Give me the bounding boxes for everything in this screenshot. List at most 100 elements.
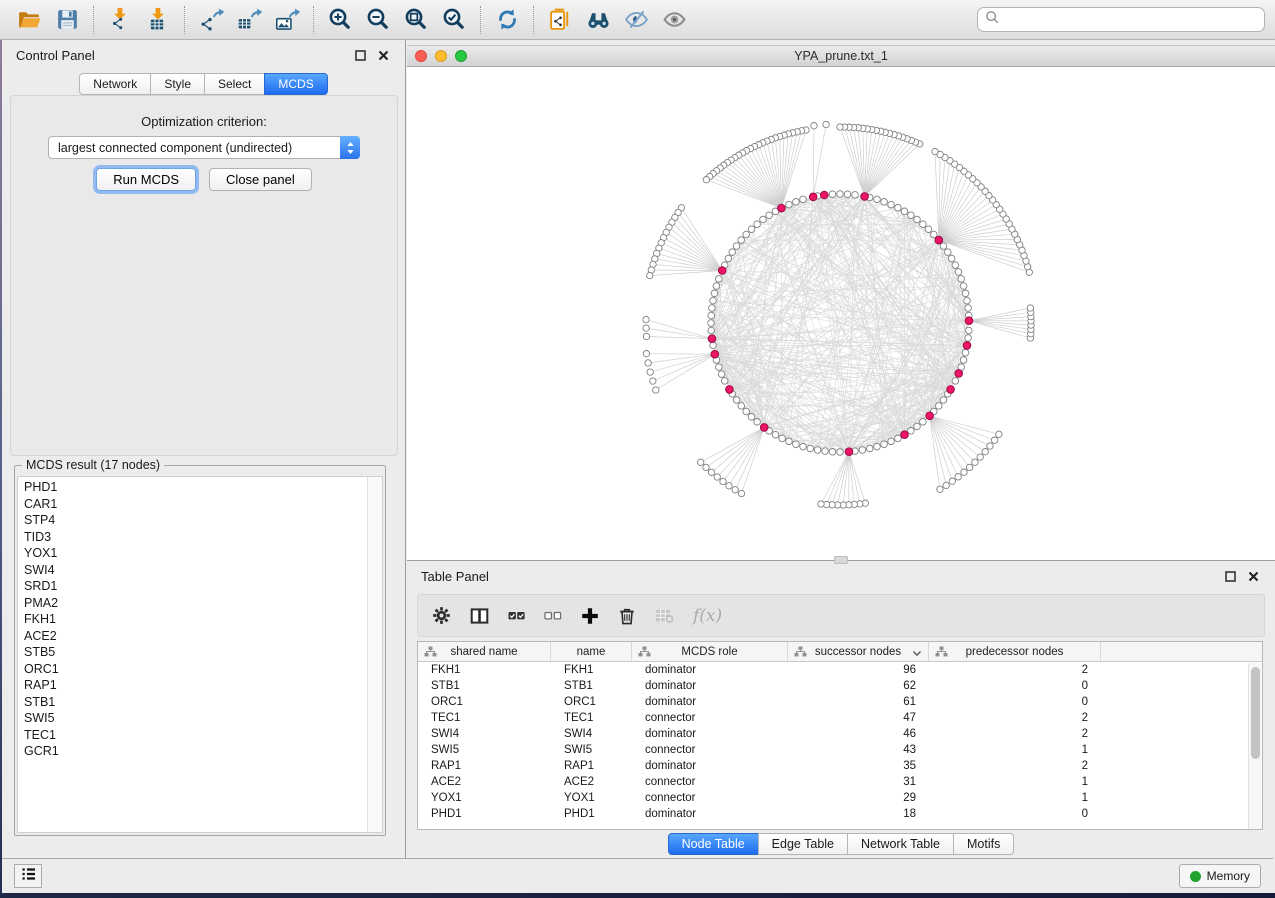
table-row[interactable]: RAP1RAP1dominator352: [418, 758, 1262, 774]
table-options-gear-button[interactable]: [432, 606, 451, 625]
zoom-selected-button[interactable]: [438, 5, 470, 35]
export-network-button[interactable]: [195, 5, 227, 35]
column-header-predecessor-nodes[interactable]: predecessor nodes: [929, 642, 1101, 661]
column-header-name[interactable]: name: [551, 642, 632, 661]
tab-motifs[interactable]: Motifs: [953, 833, 1014, 855]
table-row[interactable]: TEC1TEC1connector472: [418, 710, 1262, 726]
column-header-MCDS-role[interactable]: MCDS role: [632, 642, 788, 661]
mcds-result-item[interactable]: YOX1: [24, 545, 382, 562]
zoom-out-button[interactable]: [362, 5, 394, 35]
mcds-result-item[interactable]: STP4: [24, 512, 382, 529]
open-file-button[interactable]: [13, 5, 45, 35]
save-session-icon: [55, 7, 80, 32]
table-body: FKH1FKH1dominator962STB1STB1dominator620…: [418, 662, 1262, 822]
cell-successor-nodes: 47: [788, 712, 929, 724]
search-network-button[interactable]: [582, 5, 614, 35]
table-row[interactable]: PHD1PHD1dominator180: [418, 806, 1262, 822]
run-mcds-button[interactable]: Run MCDS: [96, 168, 196, 191]
memory-button[interactable]: Memory: [1179, 864, 1261, 888]
search-input[interactable]: [1000, 12, 1257, 28]
delete-row-button[interactable]: [618, 606, 636, 625]
import-network-button[interactable]: [104, 5, 136, 35]
mcds-tab-content: Optimization criterion: largest connecte…: [10, 95, 398, 456]
show-column-button[interactable]: [470, 607, 489, 625]
table-row[interactable]: ACE2ACE2connector311: [418, 774, 1262, 790]
close-panel-button-mcds[interactable]: Close panel: [209, 168, 312, 191]
toolbar-separator: [533, 6, 534, 34]
panel-resize-grip[interactable]: [834, 556, 848, 564]
close-panel-button[interactable]: [375, 48, 391, 64]
export-table-button[interactable]: [233, 5, 265, 35]
column-header-shared-name[interactable]: shared name: [418, 642, 551, 661]
network-graph[interactable]: [407, 67, 1275, 560]
float-table-panel-button[interactable]: [1222, 569, 1238, 585]
zoom-in-button[interactable]: [324, 5, 356, 35]
network-window-titlebar[interactable]: YPA_prune.txt_1: [407, 45, 1275, 67]
mcds-result-item[interactable]: STB5: [24, 644, 382, 661]
table-row[interactable]: FKH1FKH1dominator962: [418, 662, 1262, 678]
mcds-result-item[interactable]: RAP1: [24, 677, 382, 694]
mcds-result-item[interactable]: SWI4: [24, 562, 382, 579]
tab-style[interactable]: Style: [150, 73, 205, 95]
delete-table-button[interactable]: [655, 608, 674, 624]
tab-select[interactable]: Select: [204, 73, 265, 95]
float-panel-button[interactable]: [352, 48, 368, 64]
cell-predecessor-nodes: 2: [929, 760, 1101, 772]
select-all-checkboxes-button[interactable]: [508, 608, 525, 624]
table-header-row: shared namenameMCDS rolesuccessor nodesp…: [418, 642, 1262, 662]
table-row[interactable]: STB1STB1dominator620: [418, 678, 1262, 694]
save-session-button[interactable]: [51, 5, 83, 35]
mcds-result-item[interactable]: CAR1: [24, 496, 382, 513]
mcds-result-item[interactable]: SWI5: [24, 710, 382, 727]
table-scrollbar[interactable]: [1248, 663, 1262, 829]
zoom-fit-button[interactable]: [400, 5, 432, 35]
network-canvas[interactable]: [407, 67, 1275, 560]
task-history-button[interactable]: [14, 864, 42, 888]
cell-successor-nodes: 29: [788, 792, 929, 804]
table-scrollbar-thumb[interactable]: [1251, 667, 1260, 759]
optimization-criterion-select[interactable]: largest connected component (undirected): [48, 136, 360, 159]
column-header-successor-nodes[interactable]: successor nodes: [788, 642, 929, 661]
cell-successor-nodes: 18: [788, 808, 929, 820]
import-table-button[interactable]: [142, 5, 174, 35]
mcds-result-item[interactable]: ORC1: [24, 661, 382, 678]
mcds-result-item[interactable]: GCR1: [24, 743, 382, 760]
apply-function-button[interactable]: f(x): [693, 606, 722, 626]
hide-details-button[interactable]: [620, 5, 652, 35]
cell-shared-name: TEC1: [418, 712, 551, 724]
table-row[interactable]: ORC1ORC1dominator610: [418, 694, 1262, 710]
search-box[interactable]: [977, 7, 1265, 32]
cell-shared-name: PHD1: [418, 808, 551, 820]
table-row[interactable]: YOX1YOX1connector291: [418, 790, 1262, 806]
table-row[interactable]: SWI4SWI4dominator462: [418, 726, 1262, 742]
refresh-view-icon: [495, 7, 520, 32]
show-graphics-button[interactable]: [658, 5, 690, 35]
tab-mcds[interactable]: MCDS: [264, 73, 327, 95]
tab-network[interactable]: Network: [79, 73, 151, 95]
mcds-result-item[interactable]: STB1: [24, 694, 382, 711]
mcds-list-scrollbar[interactable]: [367, 477, 382, 832]
mcds-result-item[interactable]: FKH1: [24, 611, 382, 628]
network-from-selection-button[interactable]: [544, 5, 576, 35]
search-network-icon: [586, 7, 611, 32]
mcds-result-list[interactable]: PHD1CAR1STP4TID3YOX1SWI4SRD1PMA2FKH1ACE2…: [17, 476, 383, 833]
zoom-fit-icon: [404, 7, 429, 32]
refresh-view-button[interactable]: [491, 5, 523, 35]
add-row-button[interactable]: [581, 607, 599, 625]
export-image-button[interactable]: [271, 5, 303, 35]
mcds-result-item[interactable]: ACE2: [24, 628, 382, 645]
mcds-result-item[interactable]: TID3: [24, 529, 382, 546]
deselect-all-checkboxes-button[interactable]: [544, 608, 562, 624]
mcds-result-item[interactable]: PMA2: [24, 595, 382, 612]
table-row[interactable]: SWI5SWI5connector431: [418, 742, 1262, 758]
tab-node-table[interactable]: Node Table: [668, 833, 759, 855]
mcds-result-item[interactable]: PHD1: [24, 479, 382, 496]
cell-MCDS-role: connector: [632, 792, 788, 804]
tab-network-table[interactable]: Network Table: [847, 833, 954, 855]
memory-label: Memory: [1207, 869, 1250, 883]
cell-name: ACE2: [551, 776, 632, 788]
mcds-result-item[interactable]: TEC1: [24, 727, 382, 744]
close-table-panel-button[interactable]: [1245, 569, 1261, 585]
tab-edge-table[interactable]: Edge Table: [758, 833, 848, 855]
mcds-result-item[interactable]: SRD1: [24, 578, 382, 595]
